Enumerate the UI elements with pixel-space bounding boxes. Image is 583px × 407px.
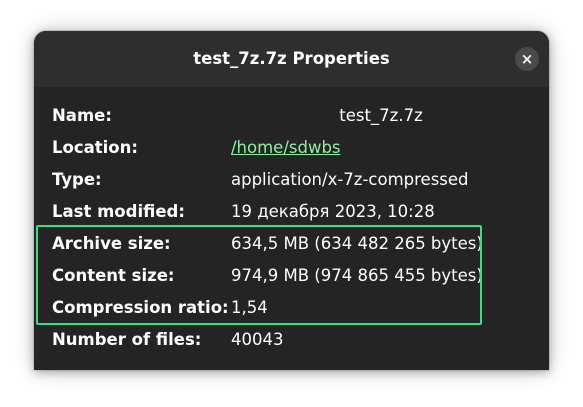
property-value-compression-ratio[interactable]: 1,54	[231, 296, 268, 320]
property-label-location: Location:	[52, 138, 138, 157]
property-label-type: Type:	[52, 170, 102, 189]
property-label-content-size: Content size:	[52, 266, 175, 285]
property-value-content-size[interactable]: 974,9 MB (974 865 455 bytes)	[231, 264, 483, 288]
dialog-title: test_7z.7z Properties	[193, 49, 390, 68]
property-row-content-size: Content size: 974,9 MB (974 865 455 byte…	[34, 264, 549, 288]
property-value-last-modified[interactable]: 19 декабря 2023, 10:28	[231, 200, 435, 224]
property-row-compression-ratio: Compression ratio: 1,54	[34, 296, 549, 320]
property-row-number-of-files: Number of files: 40043	[34, 328, 549, 352]
property-label-last-modified: Last modified:	[52, 202, 185, 221]
property-label-compression-ratio: Compression ratio:	[52, 298, 229, 317]
property-row-location: Location: /home/sdwbs	[34, 136, 549, 160]
property-row-last-modified: Last modified: 19 декабря 2023, 10:28	[34, 200, 549, 224]
property-row-type: Type: application/x-7z-compressed	[34, 168, 549, 192]
close-icon: ×	[520, 50, 534, 68]
property-label-archive-size: Archive size:	[52, 234, 171, 253]
property-row-name: Name: test_7z.7z	[34, 104, 549, 128]
property-value-archive-size[interactable]: 634,5 MB (634 482 265 bytes)	[231, 232, 483, 256]
properties-dialog: test_7z.7z Properties × Name: test_7z.7z…	[34, 31, 549, 370]
location-link[interactable]: /home/sdwbs	[231, 136, 341, 160]
close-button[interactable]: ×	[515, 47, 539, 71]
property-row-archive-size: Archive size: 634,5 MB (634 482 265 byte…	[34, 232, 549, 256]
property-value-type[interactable]: application/x-7z-compressed	[231, 168, 469, 192]
property-label-name: Name:	[52, 106, 112, 125]
property-label-number-of-files: Number of files:	[52, 330, 202, 349]
dialog-header: test_7z.7z Properties ×	[34, 31, 549, 87]
property-value-name[interactable]: test_7z.7z	[231, 104, 531, 128]
property-value-number-of-files[interactable]: 40043	[231, 328, 284, 352]
